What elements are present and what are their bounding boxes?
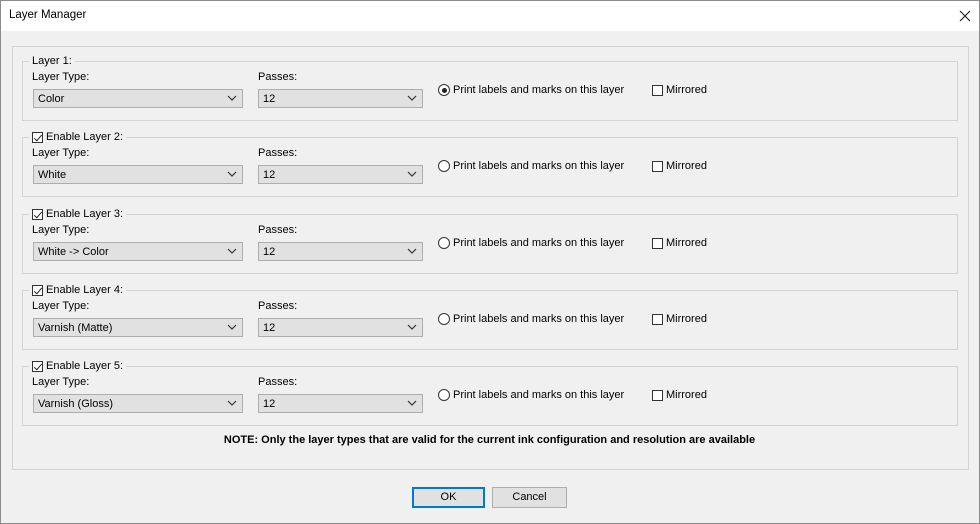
chevron-down-icon [407,171,417,177]
layer-3-legend-label: Enable Layer 3: [46,208,124,220]
chevron-down-icon [227,324,237,330]
layer-5-passes-value: 12 [263,398,276,410]
layer-3-type-select[interactable]: White -> Color [33,242,243,261]
layer-4-type-value: Varnish (Matte) [38,322,113,334]
layer-1-mirrored-label: Mirrored [666,84,707,96]
cancel-button[interactable]: Cancel [492,487,567,508]
layer-1-print-labels-radio[interactable]: Print labels and marks on this layer [438,84,624,96]
layer-3-type-value: White -> Color [38,246,109,258]
layer-1-type-label: Layer Type: [32,71,90,83]
layer-type-note: NOTE: Only the layer types that are vali… [223,434,756,446]
layer-4-mirrored-box[interactable] [652,313,663,325]
layer-2-legend-label: Enable Layer 2: [46,131,124,143]
layer-3-mirrored-label: Mirrored [666,237,707,249]
layer-4-print-labels-radio-button[interactable] [438,313,450,325]
chevron-down-icon [227,95,237,101]
title-bar: Layer Manager [0,0,980,31]
layer-3-passes-value: 12 [263,246,276,258]
layer-2-print-labels-label: Print labels and marks on this layer [453,160,625,172]
layer-4-mirrored-label: Mirrored [666,313,707,325]
window-title: Layer Manager [9,9,87,21]
layer-1-print-labels-label: Print labels and marks on this layer [453,84,625,96]
layer-1-legend: Layer 1: [29,54,75,68]
layer-2-mirrored-label: Mirrored [666,160,707,172]
layer-4-type-label: Layer Type: [32,300,90,312]
enable-layer-3-checkbox[interactable] [32,208,43,220]
layer-4-group: Enable Layer 4: Layer Type: Varnish (Mat… [22,283,958,350]
layer-3-print-labels-radio[interactable]: Print labels and marks on this layer [438,237,624,249]
layer-2-type-select[interactable]: White [33,165,243,184]
layer-2-print-labels-radio[interactable]: Print labels and marks on this layer [438,160,624,172]
chevron-down-icon [227,400,237,406]
layer-1-print-labels-radio-button[interactable] [438,84,450,96]
layer-1-type-select[interactable]: Color [33,89,243,108]
chevron-down-icon [227,248,237,254]
enable-layer-2-checkbox[interactable] [32,131,43,143]
layer-4-passes-label: Passes: [258,300,298,312]
layer-3-mirrored-box[interactable] [652,237,663,249]
chevron-down-icon [227,171,237,177]
layer-5-mirrored-label: Mirrored [666,389,707,401]
chevron-down-icon [407,324,417,330]
layer-3-passes-select[interactable]: 12 [258,242,423,261]
layer-3-print-labels-label: Print labels and marks on this layer [453,237,625,249]
layer-4-type-select[interactable]: Varnish (Matte) [33,318,243,337]
ok-button[interactable]: OK [412,487,485,508]
layer-5-legend-label: Enable Layer 5: [46,360,124,372]
layer-3-print-labels-radio-button[interactable] [438,237,450,249]
close-button[interactable] [949,0,980,31]
layer-5-mirrored-box[interactable] [652,389,663,401]
layer-1-passes-value: 12 [263,93,276,105]
layer-2-mirrored-checkbox[interactable]: Mirrored [652,160,707,172]
layer-4-print-labels-radio[interactable]: Print labels and marks on this layer [438,313,624,325]
layer-4-legend[interactable]: Enable Layer 4: [29,283,127,297]
layer-2-print-labels-radio-button[interactable] [438,160,450,172]
layer-2-type-value: White [38,169,67,181]
layer-5-passes-label: Passes: [258,376,298,388]
layer-3-type-label: Layer Type: [32,224,90,236]
layer-4-print-labels-label: Print labels and marks on this layer [453,313,625,325]
close-icon [959,10,970,22]
layer-4-passes-value: 12 [263,322,276,334]
layer-2-group: Enable Layer 2: Layer Type: White Passes… [22,130,958,197]
layer-1-mirrored-checkbox[interactable]: Mirrored [652,84,707,96]
layer-5-print-labels-radio-button[interactable] [438,389,450,401]
layer-1-mirrored-box[interactable] [652,84,663,96]
layer-1-legend-label: Layer 1: [32,55,72,67]
layer-5-mirrored-checkbox[interactable]: Mirrored [652,389,707,401]
layer-3-mirrored-checkbox[interactable]: Mirrored [652,237,707,249]
layer-5-legend[interactable]: Enable Layer 5: [29,359,127,373]
layer-3-passes-label: Passes: [258,224,298,236]
layer-5-print-labels-label: Print labels and marks on this layer [453,389,625,401]
layer-5-type-value: Varnish (Gloss) [38,398,113,410]
layer-4-mirrored-checkbox[interactable]: Mirrored [652,313,707,325]
enable-layer-5-checkbox[interactable] [32,360,43,372]
layer-3-legend[interactable]: Enable Layer 3: [29,207,127,221]
layer-1-group: Layer 1: Layer Type: Color Passes: 12 Pr… [22,54,958,121]
layer-2-passes-select[interactable]: 12 [258,165,423,184]
layer-2-passes-label: Passes: [258,147,298,159]
layer-2-type-label: Layer Type: [32,147,90,159]
layer-3-group: Enable Layer 3: Layer Type: White -> Col… [22,207,958,274]
layer-2-passes-value: 12 [263,169,276,181]
layer-5-group: Enable Layer 5: Layer Type: Varnish (Glo… [22,359,958,426]
chevron-down-icon [407,95,417,101]
layer-2-legend[interactable]: Enable Layer 2: [29,130,127,144]
layer-1-passes-label: Passes: [258,71,298,83]
layer-5-type-label: Layer Type: [32,376,90,388]
layer-1-type-value: Color [38,93,65,105]
layer-5-passes-select[interactable]: 12 [258,394,423,413]
layer-4-legend-label: Enable Layer 4: [46,284,124,296]
layer-4-passes-select[interactable]: 12 [258,318,423,337]
chevron-down-icon [407,400,417,406]
chevron-down-icon [407,248,417,254]
layer-1-passes-select[interactable]: 12 [258,89,423,108]
layer-5-print-labels-radio[interactable]: Print labels and marks on this layer [438,389,624,401]
layer-5-type-select[interactable]: Varnish (Gloss) [33,394,243,413]
layer-2-mirrored-box[interactable] [652,160,663,172]
enable-layer-4-checkbox[interactable] [32,284,43,296]
